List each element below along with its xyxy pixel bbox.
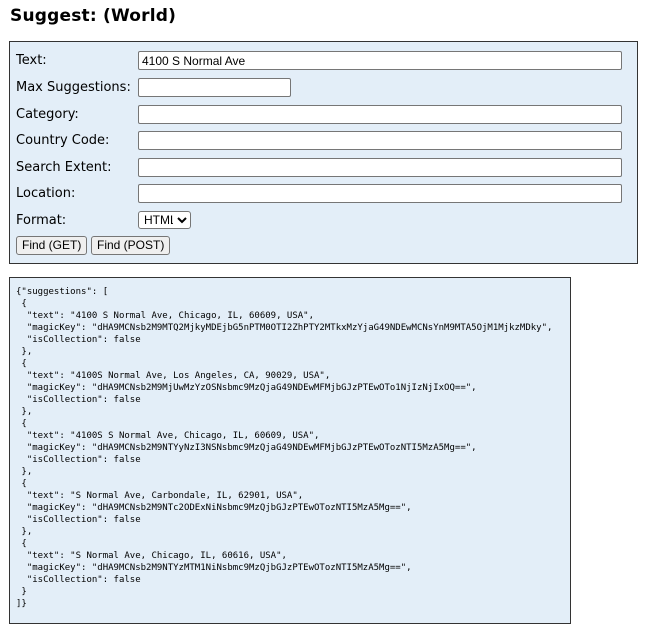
search-extent-input[interactable] (138, 158, 622, 177)
text-input[interactable] (138, 51, 622, 70)
format-label: Format: (16, 213, 67, 228)
country-code-label: Country Code: (16, 133, 110, 148)
country-code-input[interactable] (138, 131, 622, 150)
max-suggestions-label: Max Suggestions: (16, 80, 131, 95)
results-panel: {"suggestions": [ { "text": "4100 S Norm… (9, 277, 571, 624)
category-input[interactable] (138, 105, 622, 124)
results-json: {"suggestions": [ { "text": "4100 S Norm… (16, 287, 553, 609)
location-input[interactable] (138, 184, 622, 203)
max-suggestions-input[interactable] (138, 78, 291, 97)
format-select[interactable]: HTML (138, 211, 191, 229)
find-post-button[interactable]: Find (POST) (91, 236, 171, 255)
suggest-form: Text: Max Suggestions: Category: Country… (9, 41, 638, 264)
category-label: Category: (16, 107, 79, 122)
location-label: Location: (16, 186, 76, 201)
find-get-button[interactable]: Find (GET) (16, 236, 88, 255)
text-label: Text: (16, 53, 47, 68)
page-title: Suggest: (World) (10, 6, 177, 26)
search-extent-label: Search Extent: (16, 160, 112, 175)
